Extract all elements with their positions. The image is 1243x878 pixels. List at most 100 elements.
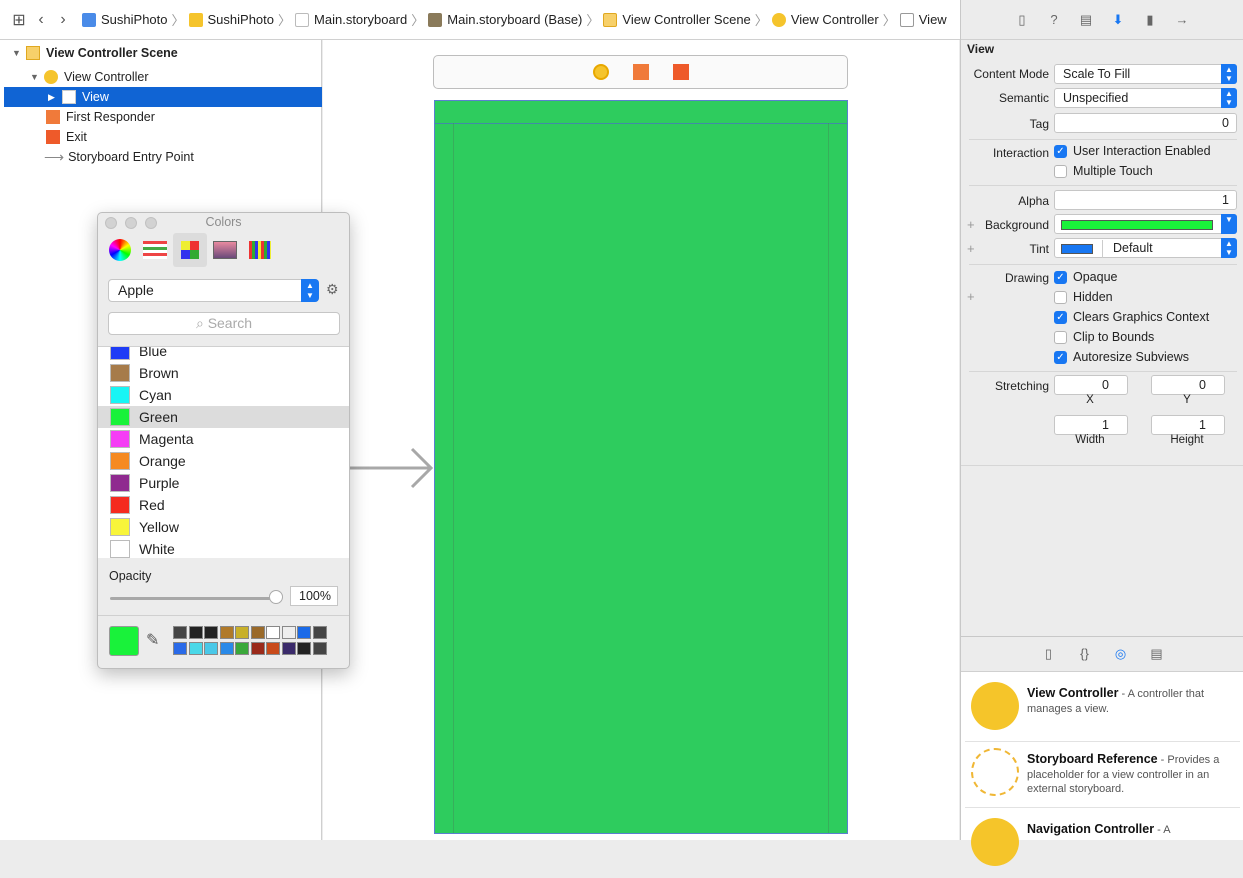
color-sliders-tab[interactable] [138, 233, 172, 267]
saved-color-swatch[interactable] [297, 642, 311, 655]
stretch-height-field[interactable]: 1 [1151, 415, 1225, 435]
library-item[interactable]: Navigation Controller - A [965, 812, 1240, 878]
saved-color-swatch[interactable] [235, 642, 249, 655]
saved-color-swatch[interactable] [204, 642, 218, 655]
entry-point-arrow[interactable] [348, 445, 438, 491]
saved-color-swatch[interactable] [312, 642, 327, 655]
help-icon[interactable]: ? [1046, 12, 1062, 28]
color-row[interactable]: Yellow [98, 516, 349, 538]
saved-color-swatch[interactable] [219, 626, 234, 639]
saved-color-swatch[interactable] [297, 626, 311, 639]
image-palettes-tab[interactable] [208, 233, 242, 267]
view-controller-icon[interactable] [592, 64, 609, 80]
view-controller-icon [771, 12, 786, 27]
stretch-y-field[interactable]: 0 [1151, 375, 1225, 395]
media-library-icon[interactable]: ▤ [1149, 646, 1165, 662]
breadcrumb-base[interactable]: Main.storyboard (Base) 〉 [428, 10, 599, 29]
outline-entry-point[interactable]: ⟶ Storyboard Entry Point [44, 147, 194, 167]
color-row[interactable]: Cyan [98, 384, 349, 406]
add-variation-icon[interactable]: + [967, 289, 975, 304]
color-row[interactable]: White [98, 538, 349, 558]
connections-inspector-icon[interactable]: → [1174, 12, 1190, 28]
palette-select[interactable]: Apple ▲ ▼ [108, 279, 319, 302]
disclosure-open-icon[interactable]: ▼ [30, 72, 44, 82]
outline-first-responder[interactable]: First Responder [46, 107, 155, 127]
alpha-field[interactable]: 1 [1054, 190, 1237, 210]
code-snippet-icon[interactable]: {} [1077, 646, 1093, 662]
color-search-input[interactable]: ⌕ Search [108, 312, 340, 335]
color-row[interactable]: Blue [98, 347, 349, 362]
saved-color-swatch[interactable] [266, 626, 280, 639]
disclosure-closed-icon[interactable]: ▶ [48, 92, 62, 103]
color-row[interactable]: Orange [98, 450, 349, 472]
saved-color-swatch[interactable] [188, 642, 203, 655]
saved-color-swatch[interactable] [250, 626, 265, 639]
color-wheel-tab[interactable] [103, 233, 137, 267]
saved-color-swatch[interactable] [281, 642, 296, 655]
color-row[interactable]: Red [98, 494, 349, 516]
saved-color-swatch[interactable] [235, 626, 249, 639]
main-view[interactable] [434, 100, 848, 834]
saved-color-swatch[interactable] [312, 626, 327, 639]
gear-icon[interactable]: ⚙ [326, 281, 339, 298]
hidden-checkbox[interactable]: Hidden [1054, 290, 1113, 304]
back-icon[interactable]: ‹ [30, 11, 52, 29]
stretch-width-field[interactable]: 1 [1054, 415, 1128, 435]
outline-scene[interactable]: ▼ View Controller Scene [12, 43, 178, 63]
tag-field[interactable]: 0 [1054, 113, 1237, 133]
outline-view-controller[interactable]: ▼ View Controller [30, 67, 149, 87]
tint-color-popup[interactable]: Default ▲ ▼ [1054, 238, 1237, 258]
outline-view-selected[interactable]: ▶ View [4, 87, 322, 107]
opacity-slider-track[interactable] [110, 597, 276, 600]
library-item[interactable]: Storyboard Reference - Provides a placeh… [965, 742, 1240, 808]
storyboard-canvas[interactable] [323, 40, 959, 840]
breadcrumb-folder[interactable]: SushiPhoto 〉 [188, 10, 291, 29]
library-item[interactable]: View Controller - A controller that mana… [965, 676, 1240, 742]
autoresize-checkbox[interactable]: ✓ Autoresize Subviews [1054, 350, 1189, 364]
user-interaction-checkbox[interactable]: ✓ User Interaction Enabled [1054, 144, 1211, 158]
saved-color-swatch[interactable] [266, 642, 280, 655]
grid-icon[interactable]: ⊞ [8, 10, 30, 30]
semantic-popup[interactable]: Unspecified ▲ ▼ [1054, 88, 1237, 108]
color-row[interactable]: Purple [98, 472, 349, 494]
attributes-inspector-icon[interactable]: ⬇ [1110, 12, 1126, 28]
multiple-touch-checkbox[interactable]: Multiple Touch [1054, 164, 1153, 178]
identity-inspector-icon[interactable]: ▤ [1078, 12, 1094, 28]
color-row-selected[interactable]: Green [98, 406, 349, 428]
breadcrumb-controller[interactable]: View Controller 〉 [771, 10, 896, 29]
clears-graphics-checkbox[interactable]: ✓ Clears Graphics Context [1054, 310, 1209, 324]
breadcrumb-project[interactable]: SushiPhoto 〉 [82, 10, 185, 29]
clip-to-bounds-checkbox[interactable]: Clip to Bounds [1054, 330, 1154, 344]
saved-color-swatch[interactable] [250, 642, 265, 655]
outline-exit[interactable]: Exit [46, 127, 87, 147]
first-responder-icon[interactable] [632, 64, 649, 80]
eyedropper-icon[interactable]: ✎ [146, 630, 159, 650]
size-inspector-icon[interactable]: ▮ [1142, 12, 1158, 28]
saved-color-swatch[interactable] [188, 626, 203, 639]
opacity-field[interactable]: 100% [290, 586, 338, 606]
content-mode-popup[interactable]: Scale To Fill ▲ ▼ [1054, 64, 1237, 84]
breadcrumb-view[interactable]: View [899, 12, 947, 27]
saved-color-swatch[interactable] [281, 626, 296, 639]
breadcrumb-storyboard[interactable]: Main.storyboard 〉 [295, 10, 424, 29]
saved-color-swatch[interactable] [204, 626, 218, 639]
opacity-slider-knob[interactable] [269, 590, 283, 604]
forward-icon[interactable]: › [52, 11, 74, 29]
opaque-checkbox[interactable]: ✓ Opaque [1054, 270, 1117, 284]
saved-color-swatch[interactable] [173, 642, 187, 655]
color-palettes-tab[interactable] [173, 233, 207, 267]
breadcrumb-scene[interactable]: View Controller Scene 〉 [603, 10, 768, 29]
file-template-icon[interactable]: ▯ [1041, 646, 1057, 662]
disclosure-open-icon[interactable]: ▼ [12, 48, 26, 58]
file-inspector-icon[interactable]: ▯ [1014, 12, 1030, 28]
color-row[interactable]: Magenta [98, 428, 349, 450]
current-color-well[interactable] [109, 626, 139, 656]
exit-icon[interactable] [672, 64, 689, 80]
crayons-tab[interactable] [243, 233, 277, 267]
saved-color-swatch[interactable] [219, 642, 234, 655]
background-color-popup[interactable]: ▼ [1054, 214, 1237, 234]
object-library-icon[interactable]: ◎ [1113, 646, 1129, 662]
color-row[interactable]: Brown [98, 362, 349, 384]
stretch-x-field[interactable]: 0 [1054, 375, 1128, 395]
saved-color-swatch[interactable] [173, 626, 187, 639]
